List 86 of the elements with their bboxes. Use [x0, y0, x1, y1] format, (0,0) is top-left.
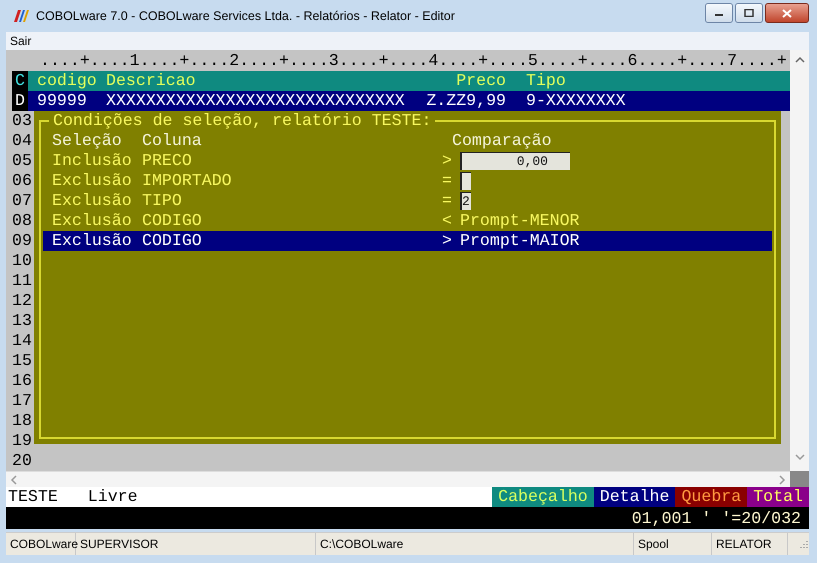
column-name: IMPORTADO [142, 171, 233, 192]
line-number: 12 [11, 291, 33, 312]
selection-type: Exclusão [52, 191, 133, 212]
input-field[interactable]: 0,00 [460, 152, 570, 170]
report-name: TESTE [7, 487, 58, 507]
field-mask: XXXXXXXXXXXXXXXXXXXXXXXXXXXXXX [106, 91, 406, 112]
menu-item[interactable]: Sair [6, 34, 36, 48]
input-field[interactable] [460, 172, 471, 190]
maximize-icon [744, 9, 754, 17]
column-heading: codigo [37, 71, 98, 92]
column-name: CODIGO [142, 231, 203, 252]
column-heading: Tipo [526, 71, 566, 92]
resize-grip-icon [797, 538, 809, 550]
line-number: 07 [11, 191, 33, 212]
line-number: 15 [11, 351, 33, 372]
line-number: 10 [11, 251, 33, 272]
line-number: 08 [11, 211, 33, 232]
horizontal-scrollbar[interactable] [6, 471, 790, 487]
column-name: CODIGO [142, 211, 203, 232]
section-tab[interactable]: Cabeçalho [492, 487, 594, 507]
line-number: 18 [11, 411, 33, 432]
scroll-up-icon [794, 56, 804, 64]
close-button[interactable] [765, 3, 809, 23]
field-mask: 9-XXXXXXXX [526, 91, 626, 112]
scrollbar-corner [790, 471, 809, 487]
column-heading: Descricao [106, 71, 197, 92]
condition-row[interactable]: Exclusão CODIGO > Prompt-MAIOR [43, 231, 772, 252]
layout-mode: Livre [86, 487, 138, 507]
line-number: 19 [11, 431, 33, 452]
comparison-value: Prompt-MAIOR [460, 231, 580, 252]
condition-row[interactable]: Exclusão TIPO = 2 [43, 191, 772, 212]
line-number: 11 [11, 271, 33, 292]
line-number: 06 [11, 171, 33, 192]
line-number: 13 [11, 311, 33, 332]
line-number: 03 [11, 111, 33, 132]
status-pane: RELATOR [712, 533, 788, 555]
selection-type: Inclusão [52, 151, 133, 172]
maximize-button[interactable] [735, 3, 763, 23]
column-name: PRECO [142, 151, 193, 172]
condition-row[interactable]: Exclusão IMPORTADO = [43, 171, 772, 192]
section-tab[interactable]: Detalhe [594, 487, 676, 507]
column-heading: Comparação [452, 131, 552, 152]
selection-type: Exclusão [52, 171, 133, 192]
app-logo-icon [12, 8, 30, 24]
minimize-button[interactable] [705, 3, 733, 23]
line-number: 05 [11, 151, 33, 172]
dialog-title: Condições de seleção, relatório TESTE: [52, 111, 432, 132]
status-pane: Spool [634, 533, 712, 555]
operator: > [442, 231, 453, 252]
selection-type: Exclusão [52, 211, 133, 232]
scroll-left-icon [10, 474, 18, 485]
scroll-right-icon [778, 474, 786, 485]
column-heading: Seleção [52, 131, 123, 152]
section-tab[interactable]: Total [747, 487, 809, 507]
column-name: TIPO [142, 191, 183, 212]
condition-row[interactable]: Exclusão CODIGO < Prompt-MENOR [43, 211, 772, 232]
operator: = [442, 171, 453, 192]
comparison-value: Prompt-MENOR [460, 211, 580, 232]
line-number: 16 [11, 371, 33, 392]
operator: = [442, 191, 453, 212]
line-number: 17 [11, 391, 33, 412]
field-mask: 99999 [37, 91, 88, 112]
vertical-scrollbar[interactable] [790, 50, 809, 487]
operator: < [442, 211, 453, 232]
line-number: 14 [11, 331, 33, 352]
operator: > [442, 151, 453, 172]
column-ruler: ....+....1....+....2....+....3....+....4....+....5....+....6....+....7....+ [40, 51, 787, 72]
column-heading: Preco [455, 71, 506, 92]
line-number: 20 [11, 451, 33, 472]
cursor-position: 01,001 ' '=20/032 [632, 509, 801, 528]
line-number: 04 [11, 131, 33, 152]
field-mask: Z.ZZ9,99 [426, 91, 506, 112]
section-tab[interactable]: Quebra [675, 487, 748, 507]
scroll-down-icon [794, 453, 804, 461]
column-heading: Coluna [142, 131, 203, 152]
status-pane: COBOLware [6, 533, 76, 555]
window-title: COBOLware 7.0 - COBOLware Services Ltda. - Relatórios - Relator - Editor [36, 9, 455, 23]
status-pane: SUPERVISOR [76, 533, 316, 555]
input-field[interactable]: 2 [460, 192, 471, 210]
line-number: 09 [11, 231, 33, 252]
row-marker: D [12, 91, 28, 112]
selection-type: Exclusão [52, 231, 133, 252]
row-marker: C [12, 71, 28, 92]
condition-row[interactable]: Inclusão PRECO > 0,00 [43, 151, 772, 172]
status-pane: C:\COBOLware [316, 533, 634, 555]
close-icon [782, 8, 792, 18]
